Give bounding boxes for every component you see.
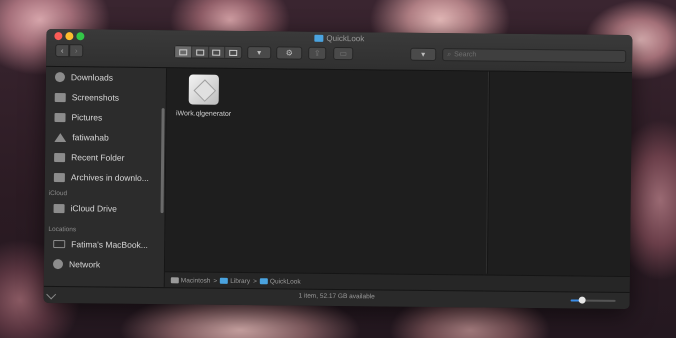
list-view-icon	[195, 49, 204, 56]
sidebar-item-label: fatiwahab	[72, 132, 109, 143]
path-item-library[interactable]: Library	[220, 277, 250, 285]
pictures-icon	[54, 112, 66, 122]
forward-button[interactable]: ›	[69, 44, 84, 58]
chevron-right-icon: ›	[74, 46, 78, 56]
sidebar-item-network[interactable]: Network	[52, 256, 101, 272]
titlebar: QuickLook ‹ › ▾ ⚙ ⇪ ▭ ▾ ⌕ Search	[46, 28, 633, 74]
sidebar-item-label: Network	[68, 259, 101, 270]
path-item-macintosh[interactable]: Macintosh	[170, 276, 210, 284]
sidebar-item-macbook[interactable]: Fatima's MacBook...	[53, 236, 148, 253]
view-mode-control	[174, 45, 243, 59]
group-by-button[interactable]: ▾	[247, 46, 272, 60]
sidebar-item-icloud-drive[interactable]: iCloud Drive	[53, 200, 117, 217]
sidebar-item-label: Screenshots	[71, 92, 120, 103]
folder-icon	[53, 203, 65, 213]
chevron-left-icon: ‹	[60, 46, 64, 56]
share-icon: ⇪	[313, 48, 321, 58]
folder-icon	[54, 152, 66, 162]
sidebar-item-label: Downloads	[70, 72, 114, 83]
folder-icon	[259, 277, 268, 284]
search-icon: ⌕	[447, 50, 452, 58]
search-placeholder: Search	[454, 51, 477, 59]
file-browser: iWork.qlgenerator	[164, 68, 633, 294]
file-name: iWork.qlgenerator	[175, 110, 232, 118]
sidebar-item-recent-folder[interactable]: Recent Folder	[54, 149, 125, 166]
sidebar-item-screenshots[interactable]: Screenshots	[54, 89, 120, 106]
window-title: QuickLook	[46, 31, 632, 46]
finder-window: QuickLook ‹ › ▾ ⚙ ⇪ ▭ ▾ ⌕ Search Downloa…	[43, 28, 633, 310]
laptop-icon	[53, 240, 66, 249]
share-button[interactable]: ⇪	[308, 46, 327, 60]
action-menu-button[interactable]: ⚙	[276, 46, 303, 60]
icon-view-icon	[179, 48, 188, 55]
back-button[interactable]: ‹	[55, 44, 70, 58]
folder-icon	[53, 172, 65, 182]
sidebar-item-label: Fatima's MacBook...	[71, 239, 148, 251]
home-icon	[54, 132, 67, 142]
folder-icon	[220, 277, 229, 284]
disk-icon	[170, 276, 179, 283]
list-view-button[interactable]	[191, 46, 209, 58]
globe-icon	[52, 259, 64, 270]
sidebar-header-locations: Locations	[48, 225, 77, 234]
sidebar-item-archives[interactable]: Archives in downlo...	[53, 169, 149, 186]
path-separator: >	[253, 277, 257, 285]
window-title-text: QuickLook	[326, 33, 365, 44]
folder-icon	[54, 92, 66, 102]
gallery-view-icon	[229, 49, 238, 56]
download-icon	[54, 72, 65, 83]
sidebar-item-home[interactable]: fatiwahab	[54, 129, 109, 146]
column-view-icon	[212, 49, 221, 56]
sidebar-item-label: iCloud Drive	[70, 203, 117, 214]
path-item-quicklook[interactable]: QuickLook	[259, 277, 301, 285]
icon-view-button[interactable]	[175, 46, 193, 58]
sidebar-item-label: Archives in downlo...	[70, 172, 149, 184]
folder-icon	[314, 34, 324, 42]
sidebar-item-pictures[interactable]: Pictures	[54, 109, 102, 125]
gallery-view-button[interactable]	[225, 47, 241, 58]
file-item[interactable]: iWork.qlgenerator	[173, 74, 235, 118]
sidebar-scrollbar[interactable]	[160, 108, 165, 214]
search-field[interactable]: ⌕ Search	[442, 48, 627, 64]
sidebar: Downloads Screenshots Pictures fatiwahab…	[43, 66, 168, 289]
qlgenerator-icon	[188, 74, 219, 105]
status-text: 1 item, 52.17 GB available	[298, 292, 375, 301]
chevron-down-icon: ▾	[421, 49, 426, 59]
sidebar-item-downloads[interactable]: Downloads	[54, 69, 114, 86]
sidebar-header-icloud: iCloud	[48, 189, 68, 198]
sort-dropdown[interactable]: ▾	[410, 47, 437, 62]
gear-icon: ⚙	[285, 48, 293, 58]
tag-icon: ▭	[339, 49, 348, 59]
tags-button[interactable]: ▭	[333, 46, 354, 61]
grid-dropdown-icon: ▾	[257, 48, 262, 58]
column-view-button[interactable]	[208, 46, 226, 58]
sidebar-item-label: Pictures	[71, 112, 103, 123]
path-separator: >	[213, 277, 218, 285]
sidebar-item-label: Recent Folder	[71, 152, 125, 163]
